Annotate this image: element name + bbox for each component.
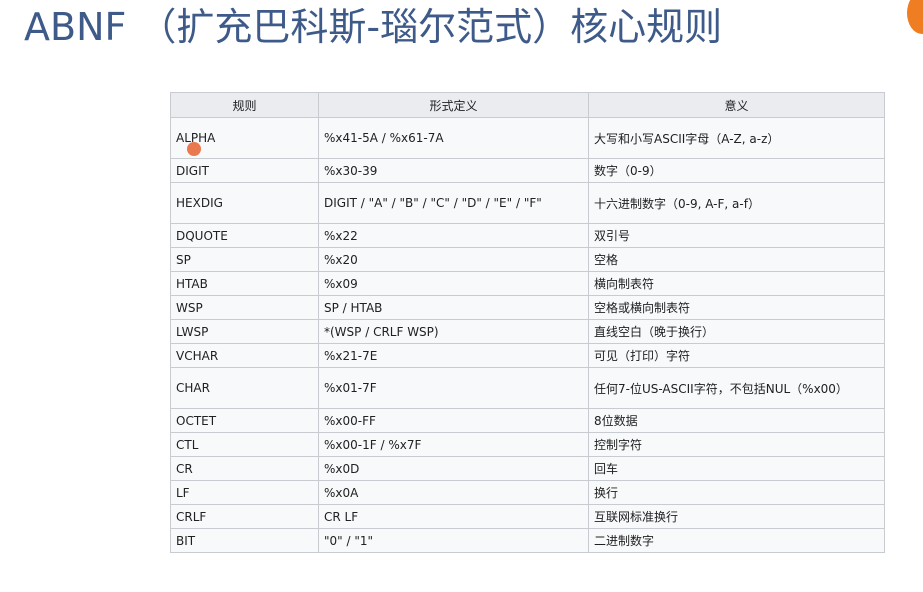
table-row: HTAB %x09 横向制表符 (170, 271, 885, 296)
cell-definition: %x0A (318, 480, 589, 505)
table-row: DIGIT %x30-39 数字（0-9） (170, 158, 885, 183)
cell-rule: CRLF (170, 504, 319, 529)
cell-rule: HTAB (170, 271, 319, 296)
cell-definition: %x09 (318, 271, 589, 296)
cell-meaning: 空格或横向制表符 (588, 295, 885, 320)
cell-rule: CHAR (170, 367, 319, 409)
cell-rule: HEXDIG (170, 182, 319, 224)
table-header-row: 规则 形式定义 意义 (170, 92, 885, 118)
cell-definition: %x01-7F (318, 367, 589, 409)
cell-meaning: 二进制数字 (588, 528, 885, 553)
cell-definition: %x00-FF (318, 408, 589, 433)
cell-definition: %x21-7E (318, 343, 589, 368)
cell-definition: %x22 (318, 223, 589, 248)
cell-definition: *(WSP / CRLF WSP) (318, 319, 589, 344)
table-body: ALPHA %x41-5A / %x61-7A 大写和小写ASCII字母（A-Z, … (170, 117, 885, 553)
cell-rule: CTL (170, 432, 319, 457)
table-row: OCTET %x00-FF 8位数据 (170, 408, 885, 433)
cell-rule: WSP (170, 295, 319, 320)
cell-meaning: 十六进制数字（0-9, A-F, a-f） (588, 182, 885, 224)
cell-meaning: 横向制表符 (588, 271, 885, 296)
cell-definition: "0" / "1" (318, 528, 589, 553)
cell-definition: DIGIT / "A" / "B" / "C" / "D" / "E" / "F… (318, 182, 589, 224)
table-row: ALPHA %x41-5A / %x61-7A 大写和小写ASCII字母（A-Z, … (170, 117, 885, 159)
cell-meaning: 直线空白（晚于换行） (588, 319, 885, 344)
header-definition: 形式定义 (318, 92, 589, 118)
header-meaning: 意义 (588, 92, 885, 118)
cell-definition: CR LF (318, 504, 589, 529)
cell-meaning: 换行 (588, 480, 885, 505)
cell-meaning: 数字（0-9） (588, 158, 885, 183)
cell-rule: LF (170, 480, 319, 505)
mouse-cursor-highlight (187, 142, 201, 156)
cell-definition: %x41-5A / %x61-7A (318, 117, 589, 159)
cell-meaning: 双引号 (588, 223, 885, 248)
header-rule: 规则 (170, 92, 319, 118)
cell-rule: LWSP (170, 319, 319, 344)
cell-rule: DQUOTE (170, 223, 319, 248)
table-row: BIT "0" / "1" 二进制数字 (170, 528, 885, 553)
table-row: CR %x0D 回车 (170, 456, 885, 481)
cell-definition: %x0D (318, 456, 589, 481)
slide-title: ABNF （扩充巴科斯-瑙尔范式）核心规则 (24, 5, 723, 49)
table-row: LWSP *(WSP / CRLF WSP) 直线空白（晚于换行） (170, 319, 885, 344)
cell-meaning: 可见（打印）字符 (588, 343, 885, 368)
cell-rule: CR (170, 456, 319, 481)
table-row: VCHAR %x21-7E 可见（打印）字符 (170, 343, 885, 368)
table-row: DQUOTE %x22 双引号 (170, 223, 885, 248)
cell-meaning: 空格 (588, 247, 885, 272)
abnf-core-rules-table: 规则 形式定义 意义 ALPHA %x41-5A / %x61-7A 大写和小写AS… (170, 92, 885, 553)
cell-rule: VCHAR (170, 343, 319, 368)
table-row: SP %x20 空格 (170, 247, 885, 272)
cell-definition: SP / HTAB (318, 295, 589, 320)
cell-meaning: 控制字符 (588, 432, 885, 457)
table-row: LF %x0A 换行 (170, 480, 885, 505)
table-row: HEXDIG DIGIT / "A" / "B" / "C" / "D" / "E… (170, 182, 885, 224)
table-row: CTL %x00-1F / %x7F 控制字符 (170, 432, 885, 457)
abnf-core-rules-table-container: 规则 形式定义 意义 ALPHA %x41-5A / %x61-7A 大写和小写AS… (170, 92, 885, 553)
cell-meaning: 8位数据 (588, 408, 885, 433)
table-row: CHAR %x01-7F 任何7-位US-ASCII字符，不包括NUL（%x00） (170, 367, 885, 409)
cell-definition: %x30-39 (318, 158, 589, 183)
cell-meaning: 互联网标准换行 (588, 504, 885, 529)
cell-meaning: 回车 (588, 456, 885, 481)
corner-badge (907, 0, 923, 34)
cell-definition: %x00-1F / %x7F (318, 432, 589, 457)
cell-rule: DIGIT (170, 158, 319, 183)
cell-meaning: 任何7-位US-ASCII字符，不包括NUL（%x00） (588, 367, 885, 409)
table-row: WSP SP / HTAB 空格或横向制表符 (170, 295, 885, 320)
cell-rule: SP (170, 247, 319, 272)
cell-rule: BIT (170, 528, 319, 553)
cell-meaning: 大写和小写ASCII字母（A-Z, a-z） (588, 117, 885, 159)
cell-definition: %x20 (318, 247, 589, 272)
cell-rule: OCTET (170, 408, 319, 433)
table-row: CRLF CR LF 互联网标准换行 (170, 504, 885, 529)
